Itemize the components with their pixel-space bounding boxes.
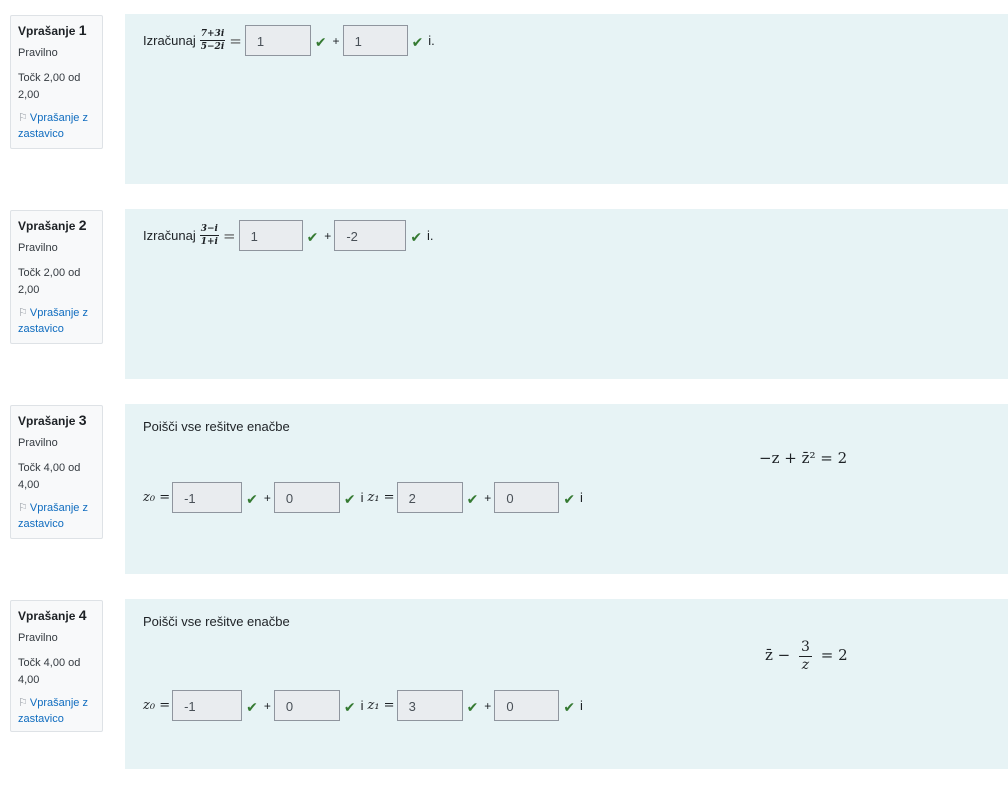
correct-check-icon: ✔ xyxy=(343,491,356,507)
correct-check-icon: ✔ xyxy=(246,491,258,507)
correct-check-icon: ✔ xyxy=(306,229,319,245)
question-state: Pravilno xyxy=(18,47,58,59)
imaginary-unit-label: i xyxy=(580,490,583,505)
z1-imaginary-input[interactable]: 0 xyxy=(494,690,560,721)
z0-label: z₀ = xyxy=(143,698,171,713)
question-content-4: Poišči vse rešitve enačbe z̄ − 3z = 2 z₀… xyxy=(125,599,1008,769)
flag-icon: ⚐ xyxy=(18,112,28,124)
question-content-1: Izračunaj 7+3i 5−2i = 1 ✔ + 1 ✔ i. xyxy=(125,14,1008,184)
question-statement: Poišči vse rešitve enačbe xyxy=(143,419,290,434)
correct-check-icon: ✔ xyxy=(314,34,327,50)
question-info-2: Vprašanje 2 Pravilno Točk 2,00 od 2,00 ⚐… xyxy=(10,210,103,344)
question-grade: Točk 4,00 od 4,00 xyxy=(18,657,81,686)
correct-check-icon: ✔ xyxy=(563,491,576,507)
question-number: Vprašanje 3 xyxy=(18,412,87,428)
answer-real-part[interactable]: 1 xyxy=(238,220,303,251)
answer-imaginary-part[interactable]: -2 xyxy=(334,220,407,251)
question-prompt: Izračunaj xyxy=(143,228,196,243)
equation: z̄ − 3z = 2 xyxy=(765,639,848,673)
question-state: Pravilno xyxy=(18,437,58,449)
correct-check-icon: ✔ xyxy=(246,699,258,715)
fraction: 3−i 1+i xyxy=(199,224,219,247)
question-number: Vprašanje 2 xyxy=(18,217,87,233)
z1-real-input[interactable]: 2 xyxy=(396,482,463,513)
z1-real-input[interactable]: 3 xyxy=(396,690,463,721)
flag-question-link[interactable]: ⚐ Vprašanje z zastavico xyxy=(18,305,95,337)
flag-question-link[interactable]: ⚐ Vprašanje z zastavico xyxy=(18,500,95,532)
flag-icon: ⚐ xyxy=(18,697,28,709)
question-number: Vprašanje 1 xyxy=(18,22,87,38)
question-prompt: Izračunaj xyxy=(143,33,196,48)
question-info-3: Vprašanje 3 Pravilno Točk 4,00 od 4,00 ⚐… xyxy=(10,405,103,539)
correct-check-icon: ✔ xyxy=(466,491,479,507)
correct-check-icon: ✔ xyxy=(563,699,576,715)
flag-icon: ⚐ xyxy=(18,307,28,319)
z1-label: z₁ = xyxy=(367,490,395,505)
correct-check-icon: ✔ xyxy=(411,34,424,50)
flag-icon: ⚐ xyxy=(18,502,28,514)
z1-label: z₁ = xyxy=(367,698,395,713)
flag-question-link[interactable]: ⚐ Vprašanje z zastavico xyxy=(18,695,95,727)
question-grade: Točk 2,00 od 2,00 xyxy=(18,72,81,101)
imaginary-unit-label: i. xyxy=(427,228,434,243)
z0-real-input[interactable]: -1 xyxy=(172,690,243,721)
flag-question-link[interactable]: ⚐ Vprašanje z zastavico xyxy=(18,110,95,142)
answer-real-part[interactable]: 1 xyxy=(244,25,311,56)
z0-imaginary-input[interactable]: 0 xyxy=(273,690,340,721)
question-content-3: Poišči vse rešitve enačbe −z + z̄² = 2 z… xyxy=(125,404,1008,574)
question-info-1: Vprašanje 1 Pravilno Točk 2,00 od 2,00 ⚐… xyxy=(10,15,103,149)
correct-check-icon: ✔ xyxy=(466,699,479,715)
z0-imaginary-input[interactable]: 0 xyxy=(273,482,340,513)
question-number: Vprašanje 4 xyxy=(18,607,87,623)
question-content-2: Izračunaj 3−i 1+i = 1 ✔ + -2 ✔ i. xyxy=(125,209,1008,379)
fraction: 7+3i 5−2i xyxy=(199,29,226,52)
correct-check-icon: ✔ xyxy=(410,229,423,245)
z0-label: z₀ = xyxy=(143,490,171,505)
question-grade: Točk 4,00 od 4,00 xyxy=(18,462,81,491)
question-grade: Točk 2,00 od 2,00 xyxy=(18,267,81,296)
z1-imaginary-input[interactable]: 0 xyxy=(494,482,560,513)
imaginary-unit-label: i xyxy=(580,698,583,713)
question-info-4: Vprašanje 4 Pravilno Točk 4,00 od 4,00 ⚐… xyxy=(10,600,103,732)
question-state: Pravilno xyxy=(18,632,58,644)
question-state: Pravilno xyxy=(18,242,58,254)
equation-fraction: 3z xyxy=(799,639,812,673)
equation: −z + z̄² = 2 xyxy=(759,449,848,467)
z0-real-input[interactable]: -1 xyxy=(172,482,243,513)
imaginary-unit-label: i. xyxy=(428,33,435,48)
question-statement: Poišči vse rešitve enačbe xyxy=(143,614,290,629)
answer-imaginary-part[interactable]: 1 xyxy=(342,25,408,56)
correct-check-icon: ✔ xyxy=(343,699,356,715)
